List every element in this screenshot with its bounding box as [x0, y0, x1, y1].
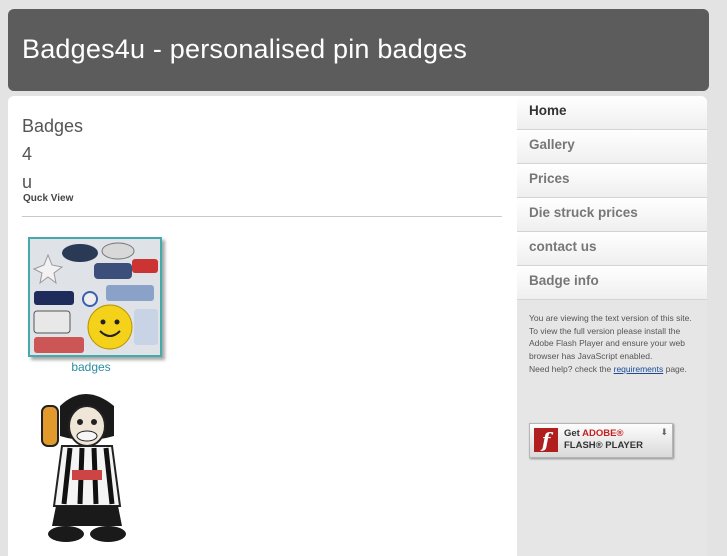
thumbnail-caption[interactable]: badges [22, 360, 160, 374]
nav-item-contact-us[interactable]: contact us [517, 232, 707, 266]
flash-adobe-text: ADOBE® [582, 428, 624, 439]
mascot-badge-image [30, 386, 144, 546]
sidebar: Home Gallery Prices Die struck prices co… [517, 96, 707, 556]
page-heading-line: 4 [22, 144, 33, 164]
nav-item-prices[interactable]: Prices [517, 164, 707, 198]
requirements-link[interactable]: requirements [614, 364, 664, 374]
flash-product-text: FLASH® PLAYER [564, 440, 643, 451]
download-arrow-icon: ⬇ [660, 427, 668, 437]
help-suffix: page. [665, 363, 687, 374]
get-flash-player-button[interactable]: f Get ADOBE® FLASH® PLAYER ⬇ [529, 423, 673, 458]
help-prefix: Need help? check the [529, 363, 612, 374]
quick-view-link[interactable]: Quck View [23, 193, 73, 204]
flash-get-text: Get [564, 428, 580, 439]
page-heading: Badges 4 u [22, 112, 102, 196]
badges-collage-image [30, 239, 160, 355]
flash-notice-text: To view the full version please install … [529, 325, 685, 362]
site-header: Badges4u - personalised pin badges [8, 9, 709, 91]
flash-logo-icon: f [534, 428, 558, 452]
badges-thumbnail[interactable] [28, 237, 162, 357]
nav-item-die-struck-prices[interactable]: Die struck prices [517, 198, 707, 232]
main-content: Badges 4 u Quck View badges [8, 96, 517, 556]
nav-item-gallery[interactable]: Gallery [517, 130, 707, 164]
flash-notice-text: You are viewing the text version of this… [529, 313, 692, 323]
divider [22, 216, 502, 217]
page-heading-line: Badges [22, 116, 84, 136]
page-heading-line: u [22, 172, 33, 192]
site-title: Badges4u - personalised pin badges [22, 34, 468, 64]
flash-notice: You are viewing the text version of this… [517, 300, 707, 376]
nav-item-badge-info[interactable]: Badge info [517, 266, 707, 300]
nav-item-home[interactable]: Home [517, 96, 707, 130]
